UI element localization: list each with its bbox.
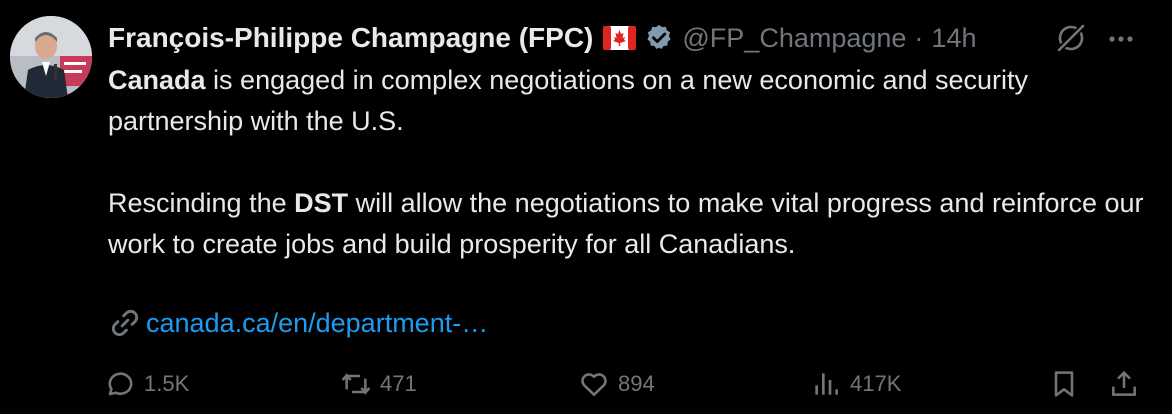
repost-count: 471 bbox=[380, 371, 417, 396]
grok-icon[interactable] bbox=[1053, 20, 1089, 56]
more-options-icon[interactable] bbox=[1104, 24, 1138, 54]
repost-button[interactable]: 471 bbox=[340, 364, 417, 404]
repost-icon bbox=[341, 373, 371, 395]
views-button[interactable]: 417K bbox=[810, 364, 901, 404]
bookmark-button[interactable] bbox=[1048, 364, 1080, 404]
canada-flag-icon bbox=[603, 26, 637, 50]
tweet-header: François-Philippe Champagne (FPC) @FP_Ch… bbox=[108, 18, 1158, 58]
views-count: 417K bbox=[850, 371, 902, 396]
views-icon bbox=[815, 373, 838, 395]
bold-dst: DST bbox=[294, 188, 349, 218]
heart-icon bbox=[581, 373, 607, 396]
link-url[interactable]: canada.ca/en/department-… bbox=[146, 308, 488, 339]
bookmark-icon bbox=[1054, 371, 1074, 397]
reply-count: 1.5K bbox=[144, 371, 190, 396]
avatar-photo bbox=[10, 16, 92, 98]
share-icon bbox=[1112, 370, 1136, 396]
author-handle[interactable]: @FP_Champagne bbox=[682, 23, 906, 54]
separator-dot: · bbox=[914, 22, 924, 53]
reply-icon bbox=[108, 372, 133, 396]
verified-badge-icon[interactable] bbox=[644, 23, 674, 53]
like-count: 894 bbox=[618, 371, 655, 396]
tweet-link[interactable]: canada.ca/en/department-… bbox=[108, 302, 488, 344]
like-button[interactable]: 894 bbox=[578, 364, 655, 404]
share-button[interactable] bbox=[1108, 364, 1140, 404]
post-time[interactable]: 14h bbox=[931, 23, 976, 54]
link-icon bbox=[111, 309, 139, 337]
tweet-actions: 1.5K 471 894 417K bbox=[104, 364, 1144, 404]
author-avatar[interactable] bbox=[10, 16, 92, 98]
tweet-paragraph-1: Canada is engaged in complex negotiation… bbox=[108, 65, 1029, 136]
author-name[interactable]: François-Philippe Champagne (FPC) bbox=[108, 22, 593, 54]
tweet-text: Canada is engaged in complex negotiation… bbox=[108, 60, 1148, 265]
hashtag-canada[interactable]: Canada bbox=[108, 65, 206, 95]
tweet-paragraph-2: Rescinding the DST will allow the negoti… bbox=[108, 188, 1144, 259]
reply-button[interactable]: 1.5K bbox=[104, 364, 189, 404]
